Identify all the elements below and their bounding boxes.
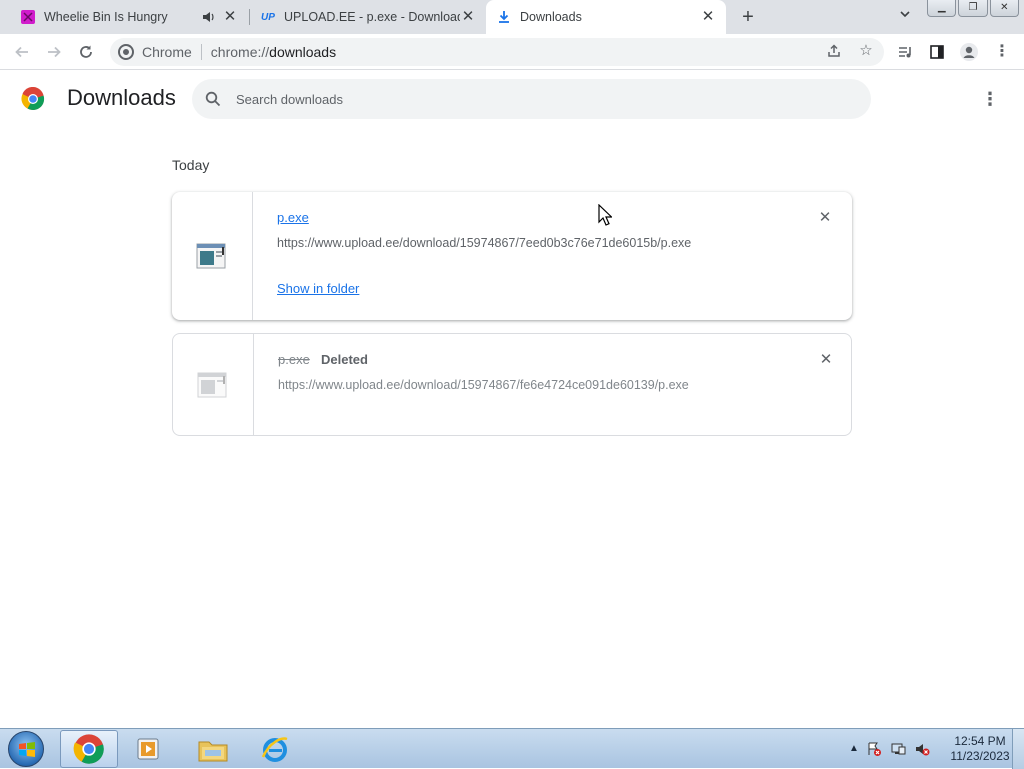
media-controls-icon[interactable] [894, 41, 916, 63]
taskbar-file-explorer[interactable] [184, 730, 242, 768]
file-explorer-icon [198, 741, 228, 762]
tab-wheelie-bin[interactable]: Wheelie Bin Is Hungry ✕ [10, 0, 248, 34]
download-filename-link[interactable]: p.exe [277, 210, 309, 225]
omnibox-chrome-label: Chrome [142, 44, 192, 60]
mouse-cursor-icon [598, 204, 612, 226]
exe-file-icon [197, 372, 227, 398]
media-player-icon [137, 738, 159, 760]
date-section-heading: Today [172, 157, 210, 173]
chrome-icon [73, 734, 104, 764]
download-item: p.exe Deleted https://www.upload.ee/down… [172, 333, 852, 436]
show-in-folder-link[interactable]: Show in folder [277, 281, 359, 296]
share-icon[interactable] [823, 40, 845, 62]
window-controls: ▁ ❐ ✕ [927, 0, 1019, 17]
show-hidden-icons-icon[interactable]: ▲ [846, 741, 862, 757]
back-button[interactable] [10, 40, 34, 64]
side-panel-icon[interactable] [926, 41, 948, 63]
tab-search-chevron-icon[interactable] [895, 7, 915, 27]
restore-button[interactable]: ❐ [958, 0, 988, 17]
windows-flag-icon [19, 742, 35, 757]
clock-date: 11/23/2023 [950, 749, 1010, 763]
speaker-icon[interactable] [200, 9, 216, 25]
remove-from-list-icon[interactable]: ✕ [817, 351, 835, 369]
more-actions-icon[interactable]: ⋮ [978, 89, 1002, 109]
taskbar-media-player[interactable] [120, 730, 178, 768]
tab-close-icon[interactable]: ✕ [700, 9, 716, 25]
download-filename: p.exe [278, 352, 310, 367]
download-item: p.exe https://www.upload.ee/download/159… [172, 192, 852, 320]
show-desktop-button[interactable] [1012, 729, 1024, 769]
tab-close-icon[interactable]: ✕ [222, 9, 238, 25]
close-window-button[interactable]: ✕ [989, 0, 1019, 17]
downloads-header: Downloads ⋮ [0, 71, 1024, 127]
windows-taskbar: ▲ 12:54 PM 11/23/2023 [0, 728, 1024, 769]
exe-file-icon [196, 243, 226, 269]
tab-upload-ee[interactable]: UP UPLOAD.EE - p.exe - Download ✕ [250, 0, 486, 34]
tab-title: UPLOAD.EE - p.exe - Download [284, 10, 460, 24]
network-icon[interactable] [890, 741, 906, 757]
chrome-menu-icon[interactable]: ⋮ [991, 41, 1013, 63]
taskbar-internet-explorer[interactable] [246, 730, 304, 768]
url-scheme: chrome:// [210, 44, 270, 60]
browser-toolbar: Chrome chrome:// downloads ☆ ⋮ [0, 34, 1024, 70]
tab-downloads[interactable]: Downloads ✕ [486, 0, 726, 34]
game-favicon-icon [20, 9, 36, 25]
tab-close-icon[interactable]: ✕ [460, 9, 476, 25]
address-bar[interactable]: Chrome chrome:// downloads [110, 38, 884, 66]
reload-button[interactable] [74, 40, 98, 64]
chrome-page-icon [118, 44, 134, 60]
omnibox-divider [200, 44, 202, 60]
search-input[interactable] [236, 79, 836, 119]
search-icon [205, 91, 221, 107]
download-source-url: https://www.upload.ee/download/15974867/… [277, 236, 692, 250]
profile-avatar-icon[interactable] [958, 41, 980, 63]
tab-title: Downloads [520, 10, 582, 24]
chrome-logo-icon [21, 87, 45, 111]
forward-button[interactable] [42, 40, 66, 64]
bookmark-star-icon[interactable]: ☆ [855, 40, 877, 62]
download-icon [496, 9, 512, 25]
url-host: downloads [269, 44, 337, 60]
remove-from-list-icon[interactable]: ✕ [816, 209, 834, 227]
action-center-icon[interactable] [866, 741, 882, 757]
download-status-deleted: Deleted [321, 352, 368, 367]
volume-muted-icon[interactable] [914, 741, 930, 757]
start-button[interactable] [8, 731, 44, 767]
download-source-url: https://www.upload.ee/download/15974867/… [278, 378, 689, 392]
page-title: Downloads [67, 85, 176, 110]
file-icon-column [173, 334, 254, 435]
tab-strip: Wheelie Bin Is Hungry ✕ UP UPLOAD.EE - p… [0, 0, 1024, 34]
search-downloads-box[interactable] [192, 79, 871, 119]
internet-explorer-icon [261, 737, 288, 762]
minimize-button[interactable]: ▁ [927, 0, 957, 17]
upload-ee-favicon-icon: UP [261, 11, 275, 23]
new-tab-button[interactable]: + [736, 6, 760, 28]
tab-title: Wheelie Bin Is Hungry [44, 10, 168, 24]
file-icon-column [172, 192, 253, 320]
taskbar-chrome[interactable] [60, 730, 118, 768]
system-tray: ▲ 12:54 PM 11/23/2023 [840, 729, 1024, 769]
clock-time: 12:54 PM [954, 734, 1006, 748]
taskbar-clock[interactable]: 12:54 PM 11/23/2023 [940, 734, 1020, 764]
